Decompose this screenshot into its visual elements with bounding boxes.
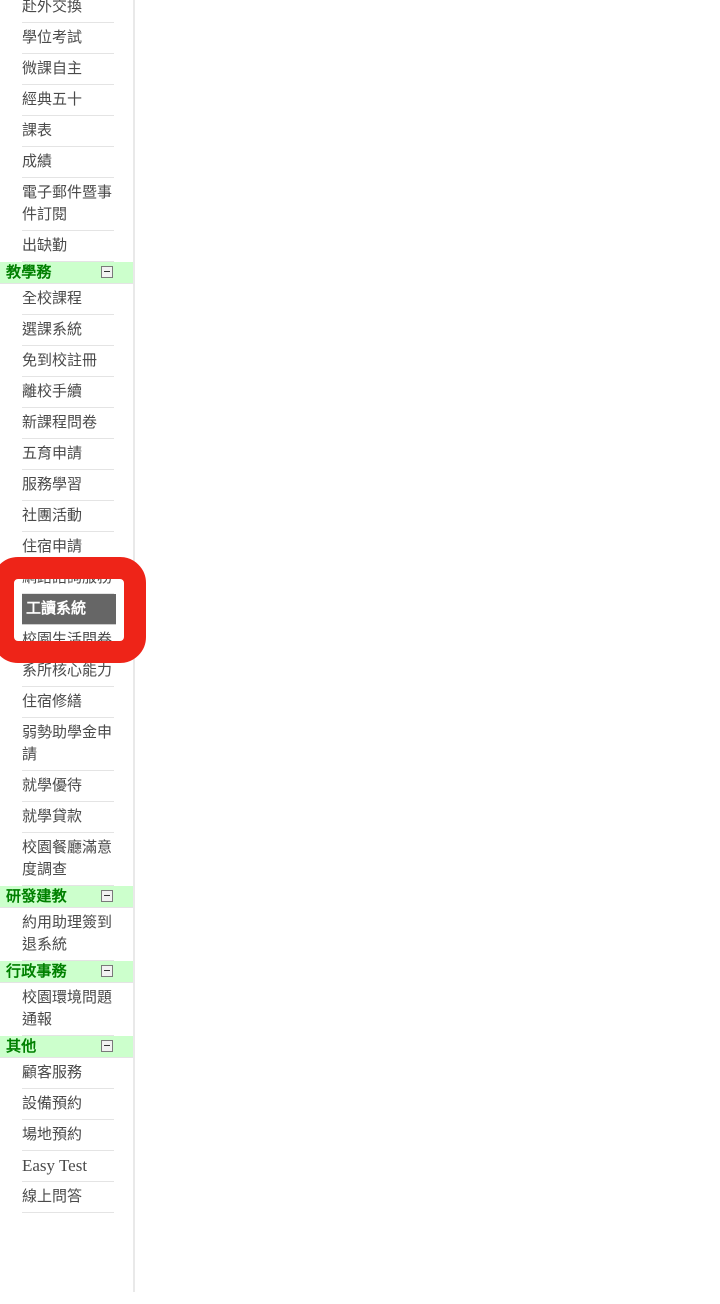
sidebar-item[interactable]: 成績 — [22, 147, 114, 178]
sidebar-item[interactable]: 微課自主 — [22, 54, 114, 85]
sidebar-item[interactable]: 住宿申請 — [22, 532, 114, 563]
sidebar-item[interactable]: 離校手續 — [22, 377, 114, 408]
sidebar-section-header[interactable]: 行政事務 — [0, 961, 133, 983]
sidebar-item[interactable]: 五育申請 — [22, 439, 114, 470]
sidebar-item[interactable]: 校園餐廳滿意度調查 — [22, 833, 114, 886]
sidebar-item[interactable]: 校園生活問卷 — [22, 625, 114, 656]
sidebar-item[interactable]: 電子郵件暨事件訂閱 — [22, 178, 114, 231]
sidebar-item[interactable]: 選課系統 — [22, 315, 114, 346]
sidebar-item[interactable]: 場地預約 — [22, 1120, 114, 1151]
sidebar-item[interactable]: 設備預約 — [22, 1089, 114, 1120]
sidebar-item[interactable]: 顧客服務 — [22, 1058, 114, 1089]
sidebar-section-header[interactable]: 研發建教 — [0, 886, 133, 908]
sidebar-section-header[interactable]: 其他 — [0, 1036, 133, 1058]
sidebar-item[interactable]: 課表 — [22, 116, 114, 147]
sidebar-item[interactable]: 社團活動 — [22, 501, 114, 532]
sidebar-item[interactable]: 學位考試 — [22, 23, 114, 54]
sidebar-item[interactable]: 系所核心能力 — [22, 656, 114, 687]
sidebar-item[interactable]: 就學貸款 — [22, 802, 114, 833]
sidebar-section-header[interactable]: 教學務 — [0, 262, 133, 284]
main-content-area — [135, 0, 720, 1292]
sidebar-menu-list: 赴外交換 學位考試 微課自主 經典五十 課表 成績 電子郵件暨事件訂閱 出缺勤教學務全校課程選… — [0, 0, 133, 1213]
sidebar-item[interactable]: 赴外交換 — [22, 0, 114, 23]
collapse-minus-icon[interactable] — [101, 266, 113, 278]
sidebar-section-label: 研發建教 — [6, 888, 67, 905]
sidebar-section-label: 教學務 — [6, 264, 52, 281]
sidebar-item[interactable]: 出缺勤 — [22, 231, 114, 262]
sidebar-item[interactable]: 新課程問卷 — [22, 408, 114, 439]
collapse-minus-icon[interactable] — [101, 890, 113, 902]
sidebar-section-label: 其他 — [6, 1038, 37, 1055]
collapse-minus-icon[interactable] — [101, 1040, 113, 1052]
sidebar-item[interactable]: 免到校註冊 — [22, 346, 114, 377]
sidebar-item[interactable]: 全校課程 — [22, 284, 114, 315]
sidebar-item[interactable]: 經典五十 — [22, 85, 114, 116]
sidebar-item[interactable]: 校園環境問題通報 — [22, 983, 114, 1036]
sidebar-item[interactable]: 網路諮詢服務 — [22, 563, 114, 594]
sidebar-item[interactable]: 服務學習 — [22, 470, 114, 501]
sidebar-item[interactable]: 就學優待 — [22, 771, 114, 802]
collapse-minus-icon[interactable] — [101, 965, 113, 977]
sidebar-section-label: 行政事務 — [6, 963, 67, 980]
sidebar-item[interactable]: 弱勢助學金申請 — [22, 718, 114, 771]
sidebar-item[interactable]: 約用助理簽到退系統 — [22, 908, 114, 961]
sidebar-item[interactable]: Easy Test — [22, 1151, 114, 1182]
sidebar-item-selected[interactable]: 工讀系統 — [22, 594, 116, 625]
portal-page: 赴外交換 學位考試 微課自主 經典五十 課表 成績 電子郵件暨事件訂閱 出缺勤教學務全校課程選… — [0, 0, 720, 1304]
sidebar-navigation: 赴外交換 學位考試 微課自主 經典五十 課表 成績 電子郵件暨事件訂閱 出缺勤教學務全校課程選… — [0, 0, 133, 1304]
sidebar-item[interactable]: 線上問答 — [22, 1182, 114, 1213]
sidebar-item[interactable]: 住宿修繕 — [22, 687, 114, 718]
